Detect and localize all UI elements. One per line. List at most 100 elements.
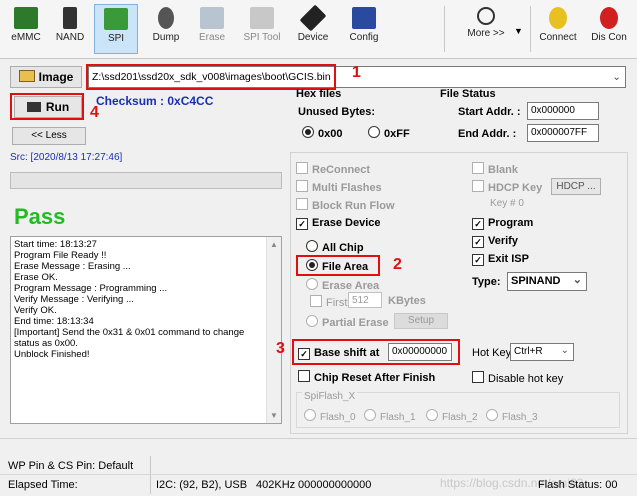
toolbar-config[interactable]: Config bbox=[340, 4, 388, 54]
log-line: [Important] Send the 0x31 & 0x01 command… bbox=[14, 327, 245, 338]
toolbar-nand[interactable]: NAND bbox=[48, 4, 92, 54]
log-line: End time: 18:13:34 bbox=[14, 316, 94, 327]
program-checkbox[interactable]: ✓ Program bbox=[472, 217, 533, 230]
disconnect-icon bbox=[600, 7, 618, 29]
blank-checkbox[interactable]: Blank bbox=[472, 162, 518, 176]
status-row-divider bbox=[0, 474, 637, 475]
scroll-up-icon[interactable]: ▲ bbox=[267, 239, 281, 250]
radio-0x00[interactable]: 0x00 bbox=[302, 126, 342, 140]
emmc-icon bbox=[14, 7, 38, 29]
toolbar-spi[interactable]: SPI bbox=[94, 4, 138, 54]
log-line: Unblock Finished! bbox=[14, 349, 90, 360]
file-status-title: File Status bbox=[440, 88, 496, 100]
flash-0-radio[interactable]: Flash_0 bbox=[304, 409, 356, 423]
hdcp-button[interactable]: HDCP ... bbox=[551, 178, 601, 195]
partial-erase-radio[interactable]: Partial Erase bbox=[306, 315, 389, 329]
radio-unselected-icon bbox=[368, 126, 380, 138]
block-run-flow-checkbox[interactable]: Block Run Flow bbox=[296, 198, 395, 212]
image-button[interactable]: Image bbox=[10, 66, 82, 88]
flash-3-radio[interactable]: Flash_3 bbox=[486, 409, 538, 423]
scroll-down-icon[interactable]: ▼ bbox=[267, 410, 281, 421]
chevron-down-icon: ⌄ bbox=[560, 345, 569, 356]
disable-hot-key-checkbox[interactable]: Disable hot key bbox=[472, 371, 563, 385]
log-line: Verify OK. bbox=[14, 305, 57, 316]
end-addr-field[interactable]: 0x000007FF bbox=[527, 124, 599, 142]
flash-status: Flash Status: 00 bbox=[538, 479, 618, 491]
start-addr-field[interactable]: 0x000000 bbox=[527, 102, 599, 120]
start-addr-label: Start Addr. : bbox=[458, 106, 521, 118]
erase-area-radio[interactable]: Erase Area bbox=[306, 278, 379, 292]
toolbar-dump[interactable]: Dump bbox=[144, 4, 188, 54]
erase-device-checkbox[interactable]: ✓ Erase Device bbox=[296, 217, 381, 230]
elapsed-time-label: Elapsed Time: bbox=[8, 479, 78, 491]
type-select[interactable]: SPINAND ⌄ bbox=[507, 272, 587, 291]
monitor-icon bbox=[352, 7, 376, 29]
dump-icon bbox=[158, 7, 174, 29]
first-kbytes-field[interactable]: 512 bbox=[348, 292, 382, 308]
end-addr-label: End Addr. : bbox=[458, 128, 517, 140]
nand-chip-icon bbox=[63, 7, 77, 29]
verify-checkbox[interactable]: ✓ Verify bbox=[472, 235, 518, 248]
check-icon: ✓ bbox=[472, 236, 484, 248]
annotation-box-4 bbox=[10, 93, 84, 120]
log-line: Program File Ready !! bbox=[14, 250, 107, 261]
exit-isp-checkbox[interactable]: ✓ Exit ISP bbox=[472, 253, 529, 266]
hot-key-label: Hot Key bbox=[472, 347, 512, 359]
toolbar-connect[interactable]: Connect bbox=[536, 4, 580, 54]
folder-icon bbox=[18, 70, 35, 82]
key-number-label: Key # 0 bbox=[490, 198, 524, 209]
address-status: 000000000000 bbox=[298, 479, 372, 491]
first-checkbox[interactable]: First bbox=[310, 295, 347, 309]
status-divider bbox=[0, 438, 637, 439]
log-scrollbar[interactable]: ▲ ▼ bbox=[266, 237, 281, 423]
progress-bar bbox=[10, 172, 282, 189]
toolbar-separator bbox=[530, 6, 531, 52]
src-timestamp: Src: [2020/8/13 17:27:46] bbox=[10, 152, 123, 163]
toolbar-spi-tool[interactable]: SPI Tool bbox=[236, 4, 288, 54]
multi-flashes-checkbox[interactable]: Multi Flashes bbox=[296, 180, 382, 194]
chevron-down-icon: ⌄ bbox=[572, 274, 582, 286]
toolbar-erase[interactable]: Erase bbox=[190, 4, 234, 54]
usb-frequency: 402KHz bbox=[256, 479, 296, 491]
status-separator bbox=[150, 456, 151, 494]
flash-2-radio[interactable]: Flash_2 bbox=[426, 409, 478, 423]
annotation-box-3 bbox=[292, 339, 460, 365]
setup-button[interactable]: Setup bbox=[394, 313, 448, 329]
chip-reset-checkbox[interactable]: Chip Reset After Finish bbox=[298, 370, 435, 384]
chevron-down-icon[interactable]: ⌄ bbox=[612, 69, 621, 85]
wp-pin-status: WP Pin & CS Pin: Default bbox=[8, 460, 134, 472]
hex-files-title: Hex files bbox=[296, 88, 342, 100]
device-icon bbox=[299, 4, 327, 32]
radio-0xff[interactable]: 0xFF bbox=[368, 126, 410, 140]
annotation-number-3: 3 bbox=[276, 340, 285, 357]
result-status: Pass bbox=[14, 204, 66, 229]
log-line: Program Message : Programming ... bbox=[14, 283, 168, 294]
toolbar-device[interactable]: Device bbox=[290, 4, 336, 54]
toolbar-disconnect[interactable]: Dis Con bbox=[586, 4, 632, 54]
annotation-number-2: 2 bbox=[393, 256, 402, 273]
type-label: Type: bbox=[472, 276, 501, 288]
toolbar: eMMC NAND SPI Dump Erase SPI Tool Device… bbox=[0, 0, 637, 59]
less-button[interactable]: << Less bbox=[12, 127, 86, 145]
check-icon: ✓ bbox=[472, 254, 484, 266]
toolbar-emmc[interactable]: eMMC bbox=[4, 4, 48, 54]
log-line: Start time: 18:13:27 bbox=[14, 239, 97, 250]
flash-1-radio[interactable]: Flash_1 bbox=[364, 409, 416, 423]
spiflash-title: SpiFlash_X bbox=[302, 391, 358, 402]
all-chip-radio[interactable]: All Chip bbox=[306, 240, 364, 254]
clock-icon bbox=[477, 7, 495, 25]
i2c-status: I2C: (92, B2), USB bbox=[156, 479, 248, 491]
check-icon: ✓ bbox=[296, 218, 308, 230]
more-dropdown-arrow[interactable]: ▼ bbox=[514, 26, 523, 36]
log-line: Verify Message : Verifying ... bbox=[14, 294, 134, 305]
log-output[interactable]: Start time: 18:13:27 Program File Ready … bbox=[10, 236, 282, 424]
radio-selected-icon bbox=[302, 126, 314, 138]
toolbar-more[interactable]: More >> bbox=[462, 4, 510, 54]
hdcp-key-checkbox[interactable]: HDCP Key bbox=[472, 180, 542, 194]
reconnect-checkbox[interactable]: ReConnect bbox=[296, 162, 370, 176]
hot-key-select[interactable]: Ctrl+R ⌄ bbox=[510, 343, 574, 361]
eraser-icon bbox=[200, 7, 224, 29]
connect-icon bbox=[549, 7, 567, 29]
annotation-box-2 bbox=[296, 255, 380, 276]
check-icon: ✓ bbox=[472, 218, 484, 230]
